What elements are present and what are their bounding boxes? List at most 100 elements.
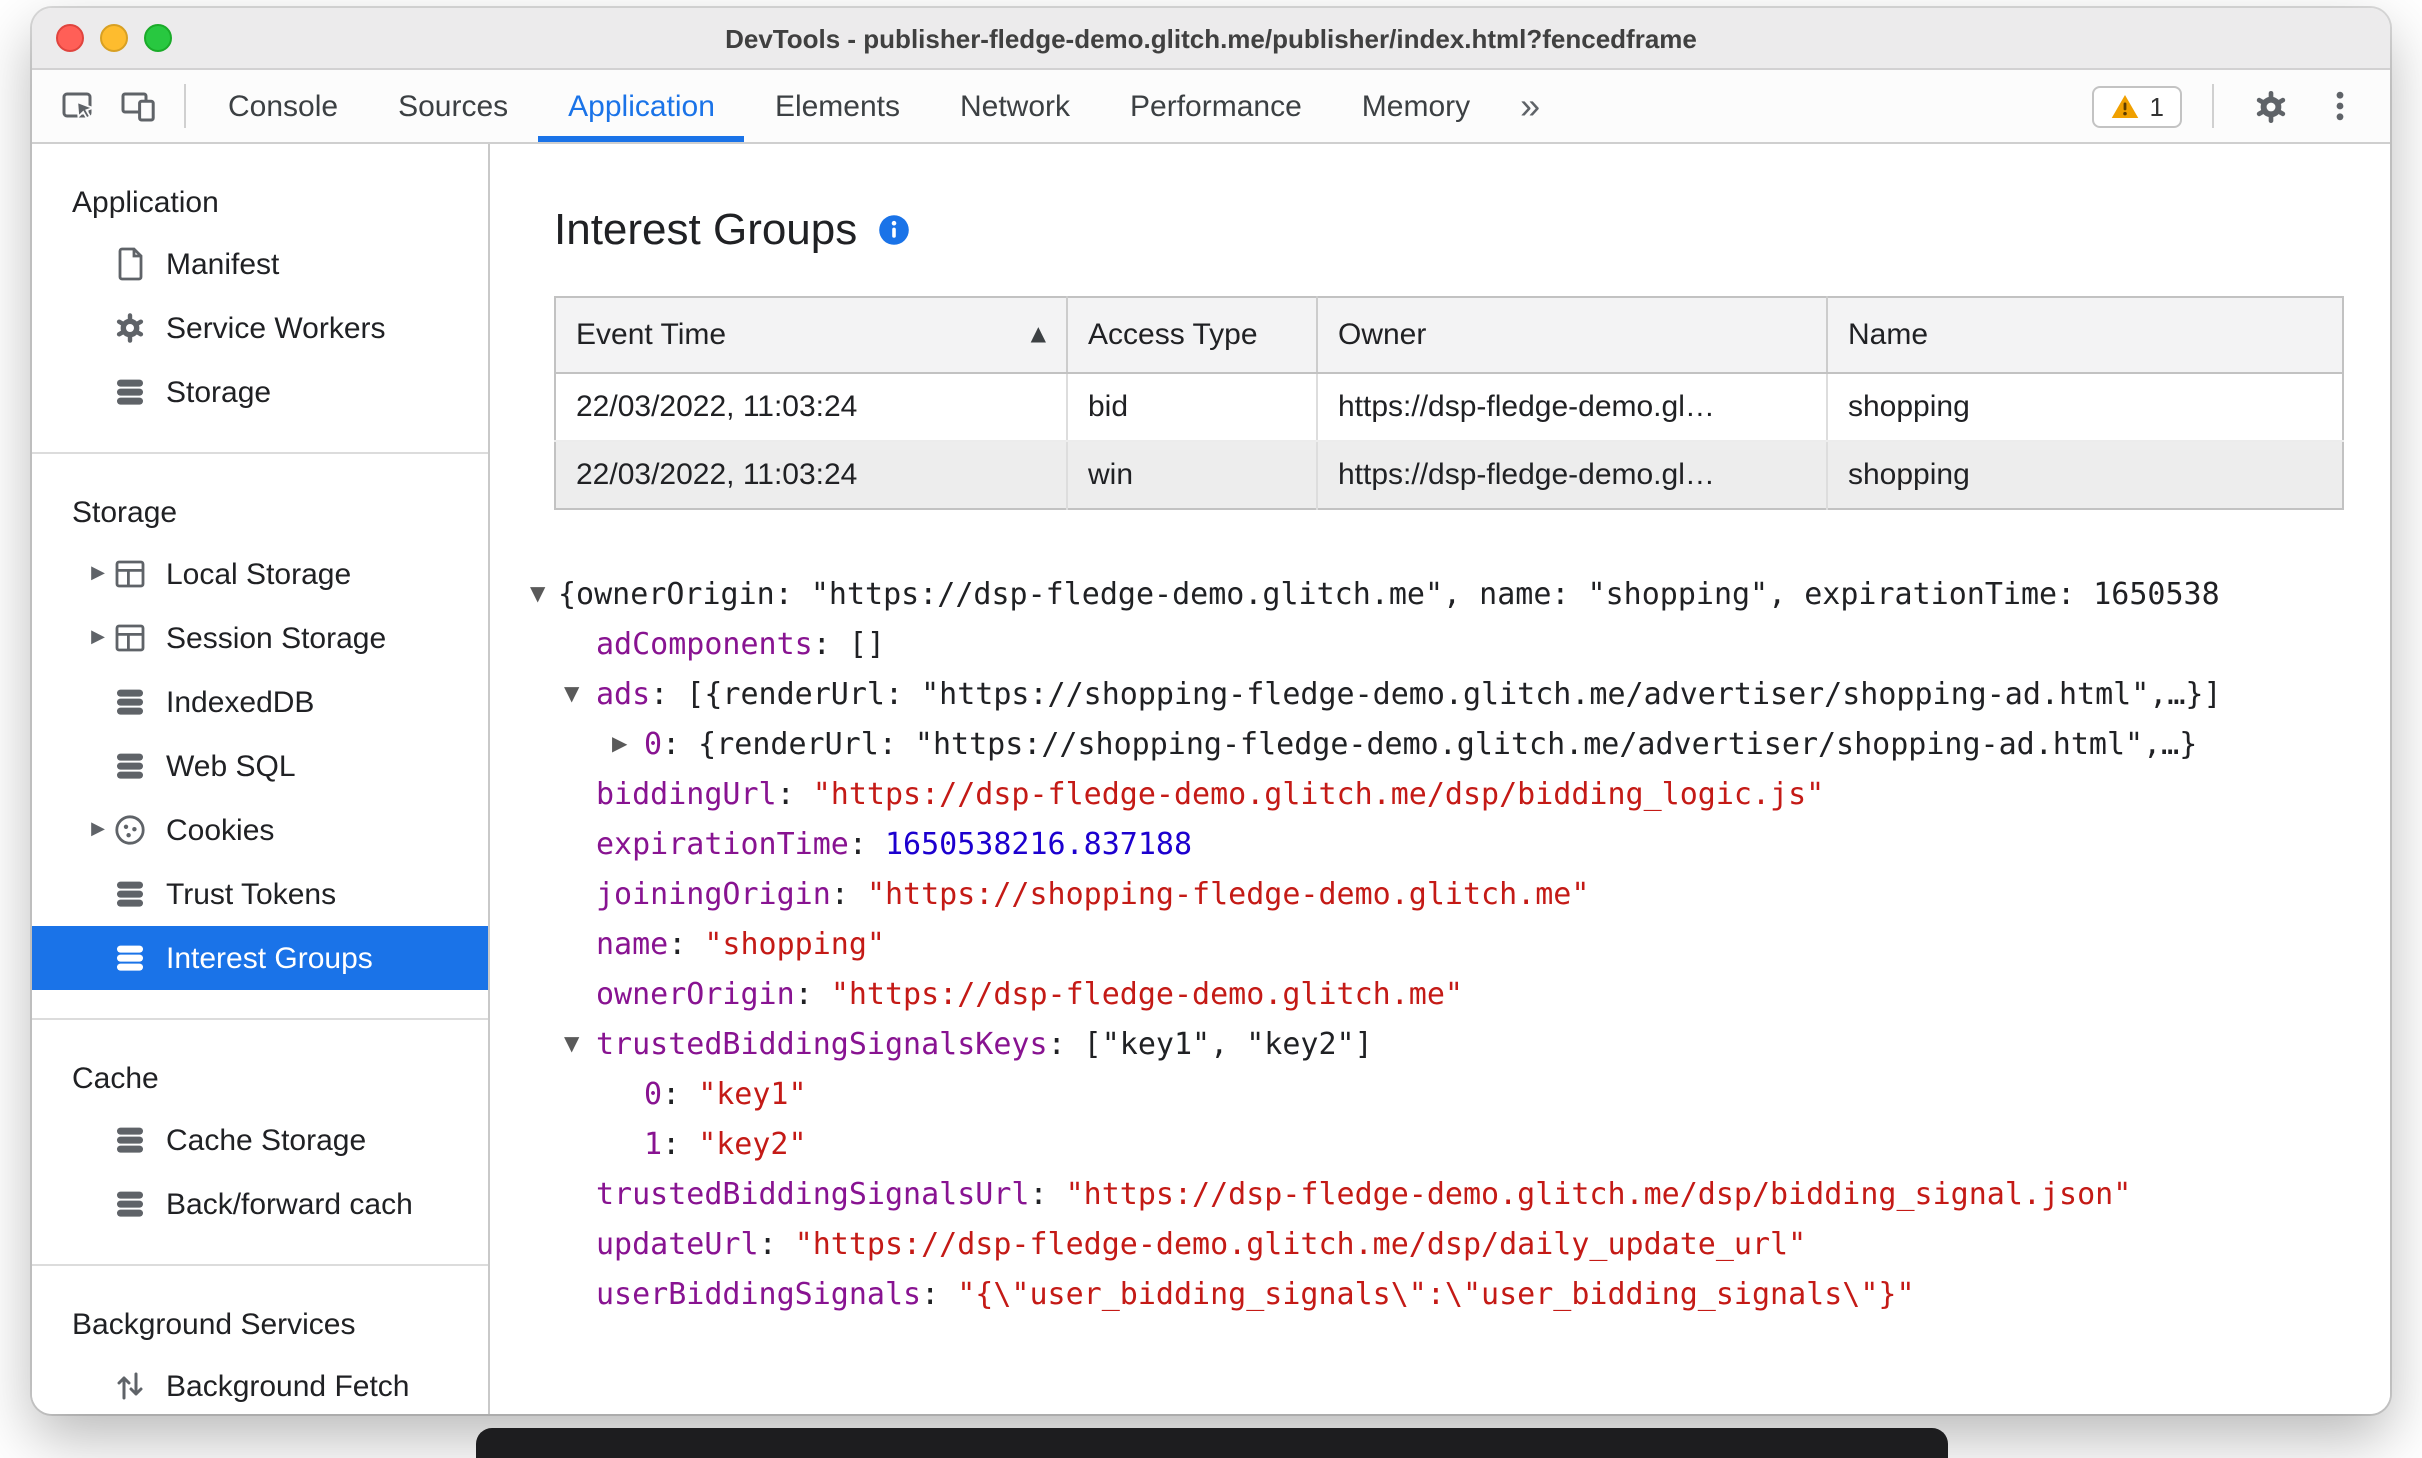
expand-arrow-icon[interactable]: ▶ [84, 564, 112, 584]
column-header-owner[interactable]: Owner [1316, 297, 1827, 374]
column-header-access-type[interactable]: Access Type [1066, 297, 1317, 374]
tree-token: : [662, 1126, 699, 1162]
tree-collapse-icon[interactable]: ▼ [564, 1020, 579, 1070]
sidebar-item-indexeddb[interactable]: IndexedDB [32, 670, 488, 734]
cell-event-time: 22/03/2022, 11:03:24 [555, 373, 1067, 442]
sidebar-section-application: Application Manifest Service Workers Storag… [32, 144, 488, 452]
column-header-label: Access Type [1088, 318, 1258, 352]
tree-token: : [830, 876, 867, 912]
tree-node-root[interactable]: ▼ {ownerOrigin: "https://dsp-fledge-demo.… [526, 570, 2390, 620]
fetch-icon [112, 1368, 148, 1404]
more-options-button[interactable] [2314, 80, 2366, 132]
tree-token: : [776, 776, 813, 812]
sidebar-item-service-workers[interactable]: Service Workers [32, 296, 488, 360]
column-header-label: Owner [1338, 318, 1427, 352]
minimize-button[interactable] [100, 24, 128, 52]
tree-token: trustedBiddingSignalsUrl [596, 1176, 1030, 1212]
sidebar-item-trust-tokens[interactable]: Trust Tokens [32, 862, 488, 926]
tab-application[interactable]: Application [538, 70, 745, 142]
warning-count: 1 [2149, 91, 2164, 121]
database-icon [112, 1122, 148, 1158]
sidebar-section-background-services: Background Services Background Fetch [32, 1264, 488, 1414]
sidebar-section-title: Storage [72, 495, 178, 529]
tree-token: : [921, 1276, 958, 1312]
tree-node-ads[interactable]: ▼ ads: [{renderUrl: "https://shopping-fle… [526, 670, 2390, 720]
tree-node-trustedbiddingsignalskeys-0[interactable]: 0: "key1" [526, 1070, 2390, 1120]
tree-node-expirationtime[interactable]: expirationTime: 1650538216.837188 [526, 820, 2390, 870]
toolbar-divider [2212, 84, 2214, 128]
cell-owner: https://dsp-fledge-demo.gl… [1316, 373, 1827, 442]
tab-strip: Console Sources Application Elements Network… [198, 70, 1500, 142]
sidebar-item-storage[interactable]: Storage [32, 360, 488, 424]
tree-node-trustedbiddingsignalsurl[interactable]: trustedBiddingSignalsUrl: "https://dsp-f… [526, 1170, 2390, 1220]
sidebar-item-label: Storage [166, 375, 272, 409]
page-title-row: Interest Groups [554, 204, 2390, 256]
tree-node-ownerorigin[interactable]: ownerOrigin: "https://dsp-fledge-demo.gl… [526, 970, 2390, 1020]
tree-expand-icon[interactable]: ▶ [612, 720, 627, 770]
sidebar-section-cache: Cache Cache Storage Back/forward cach [32, 1018, 488, 1264]
inspect-element-button[interactable] [52, 80, 104, 132]
tree-token: ads [596, 676, 651, 712]
tree-node-trustedbiddingsignalskeys[interactable]: ▼ trustedBiddingSignalsKeys: ["key1", "ke… [526, 1020, 2390, 1070]
tree-token: : [{renderUrl: "https://shopping-fledge-… [650, 676, 2222, 712]
tab-sources[interactable]: Sources [368, 70, 538, 142]
sidebar-item-session-storage[interactable]: ▶ Session Storage [32, 606, 488, 670]
tree-token: : [] [812, 626, 885, 662]
sidebar-item-back-forward-cach[interactable]: Back/forward cach [32, 1172, 488, 1236]
sidebar-section-storage: Storage ▶ Local Storage ▶ Session Storage Ind… [32, 452, 488, 1018]
settings-gear-button[interactable] [2244, 80, 2296, 132]
more-tabs-button[interactable]: » [1500, 70, 1560, 142]
sidebar-item-local-storage[interactable]: ▶ Local Storage [32, 542, 488, 606]
tree-token: : [662, 1076, 699, 1112]
screen: DevTools - publisher-fledge-demo.glitch.… [0, 0, 2422, 1458]
tree-collapse-icon[interactable]: ▼ [530, 570, 545, 620]
warning-icon [2111, 94, 2138, 118]
sidebar-item-background-fetch[interactable]: Background Fetch [32, 1354, 488, 1414]
tab-performance[interactable]: Performance [1100, 70, 1332, 142]
tree-token: "key1" [698, 1076, 807, 1112]
file-icon [112, 246, 148, 282]
device-toolbar-button[interactable] [112, 80, 164, 132]
tree-node-userbiddingsignals[interactable]: userBiddingSignals: "{\"user_bidding_sig… [526, 1270, 2390, 1320]
tree-token: "https://dsp-fledge-demo.glitch.me/dsp/b… [1065, 1176, 2132, 1212]
table-row[interactable]: 22/03/2022, 11:03:24 bid https://dsp-fledg… [555, 373, 2343, 442]
tree-node-adcomponents[interactable]: adComponents: [] [526, 620, 2390, 670]
expand-arrow-icon[interactable]: ▶ [84, 820, 112, 840]
table-row[interactable]: 22/03/2022, 11:03:24 win https://dsp-fledg… [555, 441, 2343, 509]
sidebar-item-web-sql[interactable]: Web SQL [32, 734, 488, 798]
tree-node-trustedbiddingsignalskeys-1[interactable]: 1: "key2" [526, 1120, 2390, 1170]
tree-node-updateurl[interactable]: updateUrl: "https://dsp-fledge-demo.glit… [526, 1220, 2390, 1270]
tree-node-joiningorigin[interactable]: joiningOrigin: "https://shopping-fledge-… [526, 870, 2390, 920]
tree-token: : [1029, 1176, 1066, 1212]
background-strip [476, 1428, 1948, 1458]
sidebar-item-label: Trust Tokens [166, 877, 337, 911]
warning-count-badge[interactable]: 1 [2091, 85, 2182, 127]
close-button[interactable] [56, 24, 84, 52]
more-options-icon [2336, 91, 2344, 121]
expand-arrow-icon[interactable]: ▶ [84, 628, 112, 648]
tree-node-biddingurl[interactable]: biddingUrl: "https://dsp-fledge-demo.gli… [526, 770, 2390, 820]
sidebar-item-interest-groups[interactable]: Interest Groups [32, 926, 488, 990]
tab-network[interactable]: Network [930, 70, 1100, 142]
sidebar-item-cookies[interactable]: ▶ Cookies [32, 798, 488, 862]
info-icon[interactable] [877, 214, 909, 246]
zoom-button[interactable] [144, 24, 172, 52]
cell-event-time: 22/03/2022, 11:03:24 [555, 441, 1067, 509]
database-icon [112, 748, 148, 784]
tree-token: "{\"user_bidding_signals\":\"user_biddin… [957, 1276, 1915, 1312]
tab-elements[interactable]: Elements [745, 70, 930, 142]
tree-collapse-icon[interactable]: ▼ [564, 670, 579, 720]
column-header-event-time[interactable]: Event Time ▲ [555, 297, 1067, 374]
sidebar-item-label: Background Fetch [166, 1369, 410, 1403]
sidebar-item-cache-storage[interactable]: Cache Storage [32, 1108, 488, 1172]
tab-console[interactable]: Console [198, 70, 368, 142]
cell-name: shopping [1826, 373, 2343, 442]
tab-memory[interactable]: Memory [1332, 70, 1500, 142]
tree-token: {ownerOrigin: "https://dsp-fledge-demo.g… [558, 576, 2220, 612]
tree-token: : [848, 826, 885, 862]
sidebar-item-manifest[interactable]: Manifest [32, 232, 488, 296]
tree-node-name[interactable]: name: "shopping" [526, 920, 2390, 970]
database-icon [112, 876, 148, 912]
column-header-name[interactable]: Name [1826, 297, 2343, 374]
tree-node-ads-0[interactable]: ▶ 0: {renderUrl: "https://shopping-fledge… [526, 720, 2390, 770]
